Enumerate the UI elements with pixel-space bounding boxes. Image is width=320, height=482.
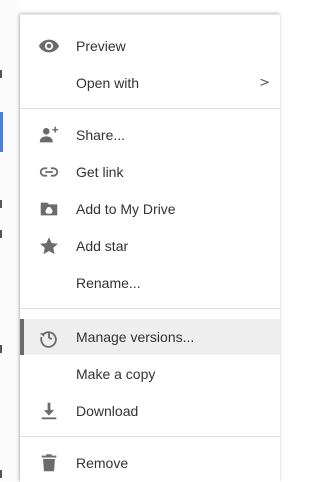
chevron-right-icon: > <box>259 75 270 91</box>
page-accent-bar <box>0 112 3 152</box>
background-page-edge <box>0 0 20 481</box>
menu-item-label: Rename... <box>76 275 141 291</box>
drive-folder-icon <box>38 198 60 220</box>
menu-divider <box>20 108 280 109</box>
menu-item-label: Preview <box>76 38 126 54</box>
eye-icon <box>38 35 60 57</box>
menu-item-download[interactable]: Download <box>20 393 280 429</box>
menu-item-make-a-copy[interactable]: Make a copy <box>20 356 280 392</box>
page-tick-mark <box>0 70 2 78</box>
menu-item-remove[interactable]: Remove <box>20 445 280 481</box>
menu-divider <box>20 308 280 309</box>
add-person-icon <box>38 124 60 146</box>
menu-divider <box>20 436 280 437</box>
menu-item-label: Open with <box>76 75 140 91</box>
menu-item-add-star[interactable]: Add star <box>20 228 280 264</box>
menu-item-label: Download <box>76 403 139 419</box>
menu-item-label: Add to My Drive <box>76 201 176 217</box>
menu-item-add-to-my-drive[interactable]: Add to My Drive <box>20 191 280 227</box>
menu-item-label: Manage versions... <box>76 329 195 345</box>
page-tick-mark <box>0 230 2 238</box>
star-icon <box>38 235 60 257</box>
menu-item-get-link[interactable]: Get link <box>20 154 280 190</box>
menu-item-label: Get link <box>76 164 124 180</box>
trash-icon <box>38 452 60 474</box>
menu-item-label: Remove <box>76 455 129 471</box>
history-icon <box>38 326 60 348</box>
link-icon <box>38 161 60 183</box>
page-tick-mark <box>0 345 2 353</box>
menu-item-label: Share... <box>76 127 126 143</box>
menu-item-share[interactable]: Share... <box>20 117 280 153</box>
menu-item-label: Add star <box>76 238 129 254</box>
menu-item-preview[interactable]: Preview <box>20 28 280 64</box>
menu-item-manage-versions[interactable]: Manage versions... <box>20 319 280 355</box>
page-tick-mark <box>0 470 2 478</box>
selection-indicator <box>20 319 24 355</box>
menu-item-rename[interactable]: Rename... <box>20 265 280 301</box>
menu-item-open-with[interactable]: Open with > <box>20 65 280 101</box>
context-menu: Preview Open with > Share... Get link Ad… <box>20 14 280 482</box>
download-icon <box>38 400 60 422</box>
menu-item-label: Make a copy <box>76 366 156 382</box>
page-tick-mark <box>0 200 2 208</box>
